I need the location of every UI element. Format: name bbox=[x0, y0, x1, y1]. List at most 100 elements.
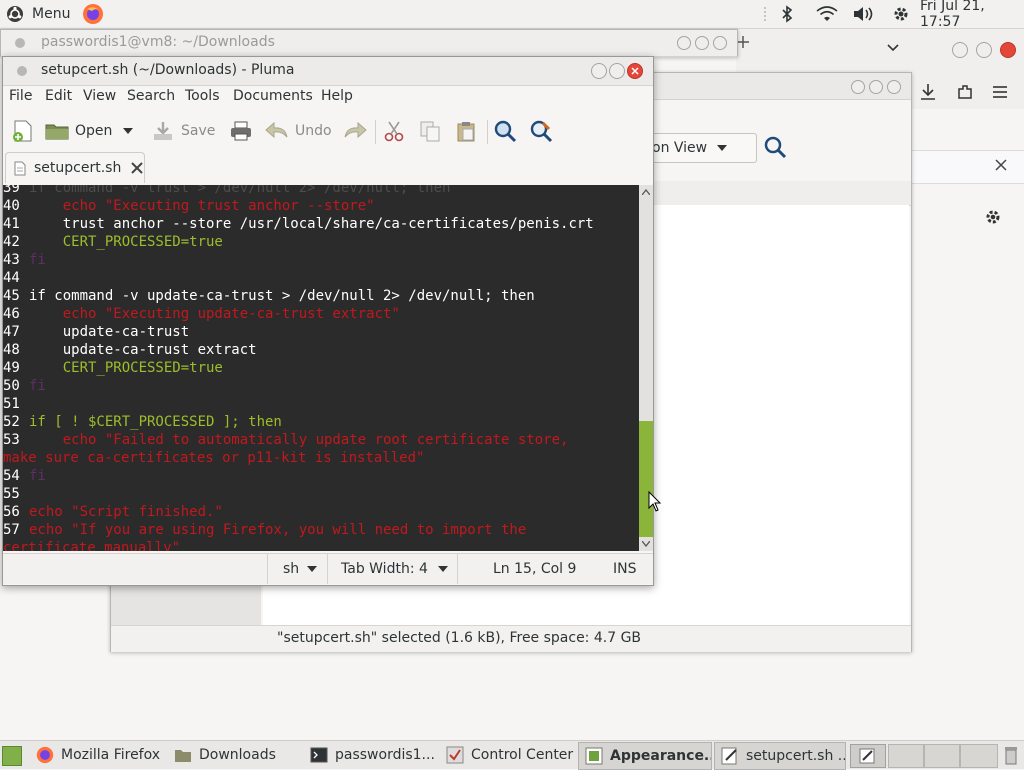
code-line: 51 bbox=[3, 396, 20, 412]
terminal-minimize-button[interactable] bbox=[677, 36, 691, 50]
code-line: make sure ca-certificates or p11-kit is … bbox=[3, 450, 425, 466]
workspace-3[interactable] bbox=[924, 744, 960, 768]
toolbar-separator-2 bbox=[487, 120, 488, 144]
clipboard-icon bbox=[455, 120, 477, 142]
printer-icon bbox=[229, 120, 253, 142]
scrollbar-thumb[interactable] bbox=[639, 421, 653, 537]
downloads-icon[interactable] bbox=[920, 83, 936, 101]
menu-bar: File Edit View Search Tools Documents He… bbox=[3, 86, 653, 110]
view-mode-select[interactable]: on View bbox=[641, 133, 757, 163]
print-button[interactable] bbox=[229, 114, 253, 148]
open-dropdown-button[interactable] bbox=[123, 114, 133, 148]
cut-button[interactable] bbox=[383, 114, 405, 148]
code-line: 56 echo "Script finished." bbox=[3, 504, 223, 520]
settings-gear-icon[interactable] bbox=[892, 0, 910, 28]
menu-documents[interactable]: Documents bbox=[233, 88, 313, 104]
language-selector[interactable]: sh bbox=[283, 554, 318, 584]
firefox-minimize-button[interactable] bbox=[952, 42, 968, 58]
clock[interactable]: Fri Jul 21, 17:57 bbox=[920, 0, 1024, 30]
workspace-2[interactable] bbox=[888, 744, 924, 768]
scroll-up-icon[interactable] bbox=[642, 189, 650, 195]
menu-help[interactable]: Help bbox=[321, 88, 353, 104]
taskbar-item-pluma[interactable]: setupcert.sh ... bbox=[714, 742, 846, 770]
undo-arrow-icon bbox=[265, 121, 289, 141]
fm-maximize-button[interactable] bbox=[869, 80, 883, 94]
code-line: 53 echo "Failed to automatically update … bbox=[3, 432, 569, 448]
code-line: 42 CERT_PROCESSED=true bbox=[3, 234, 223, 250]
menu-search[interactable]: Search bbox=[127, 88, 175, 104]
top-panel: Menu Fri Jul 21, 17:57 bbox=[0, 0, 1024, 30]
firefox-icon bbox=[82, 3, 104, 25]
fm-minimize-button[interactable] bbox=[851, 80, 865, 94]
taskbar-label: Downloads bbox=[199, 747, 276, 763]
taskbar-item-control-center[interactable]: Control Center bbox=[440, 742, 574, 768]
window-menu-icon[interactable] bbox=[17, 66, 27, 76]
taskbar-item-downloads[interactable]: Downloads bbox=[168, 742, 302, 768]
taskbar-item-appearance[interactable]: Appearance... bbox=[578, 742, 712, 770]
hamburger-menu-icon[interactable] bbox=[992, 85, 1008, 99]
firefox-launcher[interactable] bbox=[82, 0, 104, 28]
taskbar-item-terminal[interactable]: passwordis1... bbox=[304, 742, 438, 768]
extensions-icon[interactable] bbox=[956, 83, 974, 101]
mouse-pointer-icon bbox=[648, 491, 662, 513]
terminal-icon bbox=[310, 747, 328, 763]
bluetooth-icon[interactable] bbox=[780, 0, 794, 28]
scroll-down-icon[interactable] bbox=[642, 541, 650, 547]
redo-button[interactable] bbox=[343, 114, 367, 148]
taskbar-label: passwordis1... bbox=[335, 747, 435, 763]
pluma-close-button[interactable] bbox=[627, 63, 643, 79]
code-line: 48 update-ca-trust extract bbox=[3, 342, 257, 358]
taskbar-label: Mozilla Firefox bbox=[61, 747, 161, 763]
toolbar: Open Save Undo bbox=[3, 114, 653, 148]
workspace-1[interactable] bbox=[850, 744, 886, 768]
firefox-close-button[interactable] bbox=[1000, 42, 1016, 58]
find-replace-button[interactable] bbox=[529, 114, 553, 148]
scissors-icon bbox=[383, 120, 405, 142]
pluma-titlebar[interactable]: setupcert.sh (~/Downloads) - Pluma bbox=[3, 57, 653, 86]
new-document-button[interactable] bbox=[11, 114, 35, 148]
firefox-icon bbox=[36, 746, 54, 764]
save-button[interactable]: Save bbox=[151, 114, 215, 148]
open-button[interactable]: Open bbox=[45, 114, 112, 148]
firefox-settings-gear-icon[interactable] bbox=[984, 208, 1002, 226]
code-line: 40 echo "Executing trust anchor --store" bbox=[3, 198, 375, 214]
tab-width-selector[interactable]: Tab Width: 4 bbox=[341, 554, 448, 584]
code-line: 46 echo "Executing update-ca-trust extra… bbox=[3, 306, 400, 322]
show-desktop-icon[interactable] bbox=[2, 746, 22, 766]
copy-button[interactable] bbox=[419, 114, 441, 148]
menu-edit[interactable]: Edit bbox=[45, 88, 72, 104]
code-line: 45 if command -v update-ca-trust > /dev/n… bbox=[3, 288, 535, 304]
volume-icon[interactable] bbox=[852, 0, 876, 28]
new-tab-icon[interactable] bbox=[736, 35, 750, 49]
fm-close-button[interactable] bbox=[887, 80, 901, 94]
find-button[interactable] bbox=[493, 114, 517, 148]
tab-setupcert[interactable]: setupcert.sh bbox=[5, 152, 145, 183]
taskbar-item-firefox[interactable]: Mozilla Firefox bbox=[30, 742, 168, 768]
menu-tools[interactable]: Tools bbox=[185, 88, 220, 104]
code-line: 54 fi bbox=[3, 468, 46, 484]
workspace-4[interactable] bbox=[960, 744, 998, 768]
trash-icon[interactable] bbox=[1004, 745, 1018, 765]
paste-button[interactable] bbox=[455, 114, 477, 148]
new-document-icon bbox=[11, 119, 35, 143]
tab-close-icon[interactable] bbox=[131, 162, 144, 174]
undo-button[interactable]: Undo bbox=[265, 114, 332, 148]
terminal-maximize-button[interactable] bbox=[695, 36, 709, 50]
terminal-close-button[interactable] bbox=[713, 36, 727, 50]
code-editor[interactable]: 39 if command -v trust > /dev/null 2> /de… bbox=[3, 185, 639, 551]
find-replace-icon bbox=[529, 119, 553, 143]
fm-search-icon[interactable] bbox=[763, 135, 787, 159]
menu-button[interactable]: Menu bbox=[6, 0, 70, 28]
panel-separator bbox=[762, 0, 768, 28]
wifi-icon[interactable] bbox=[816, 0, 838, 28]
pluma-window: setupcert.sh (~/Downloads) - Pluma File … bbox=[2, 56, 654, 586]
notification-close-icon[interactable] bbox=[995, 159, 1007, 171]
terminal-window-menu-icon[interactable] bbox=[15, 38, 25, 48]
pluma-maximize-button[interactable] bbox=[609, 63, 625, 79]
tab-list-chevron-icon[interactable] bbox=[886, 43, 900, 53]
firefox-maximize-button[interactable] bbox=[976, 42, 992, 58]
pluma-minimize-button[interactable] bbox=[591, 63, 607, 79]
menu-view[interactable]: View bbox=[83, 88, 116, 104]
terminal-window[interactable]: passwordis1@vm8: ~/Downloads bbox=[0, 29, 738, 57]
menu-file[interactable]: File bbox=[9, 88, 32, 104]
